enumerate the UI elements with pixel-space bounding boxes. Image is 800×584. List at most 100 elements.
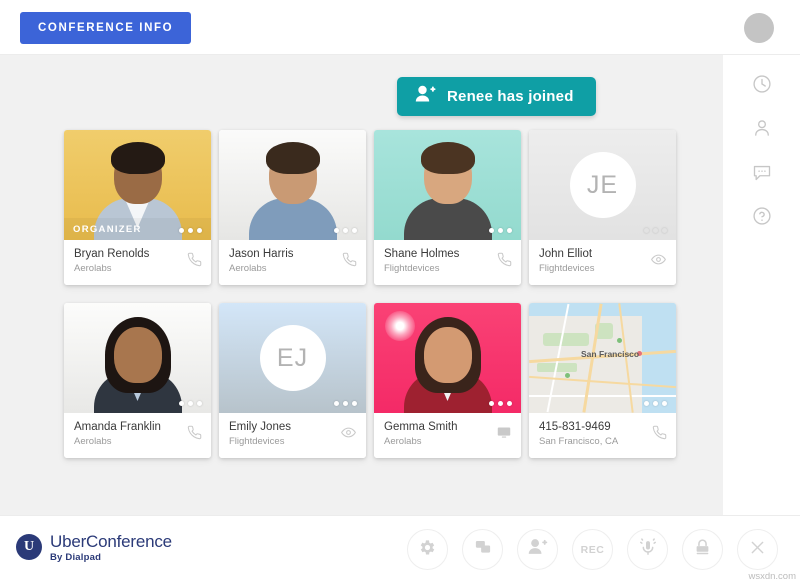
help-icon (752, 206, 772, 231)
participant-name: Emily Jones (229, 421, 291, 433)
participant-card[interactable]: Jason Harris Aerolabs (219, 130, 366, 285)
conference-info-button[interactable]: CONFERENCE INFO (20, 12, 192, 44)
card-menu-button[interactable] (644, 401, 667, 406)
participant-media[interactable] (219, 130, 366, 240)
participant-org: Aerolabs (74, 436, 112, 447)
participant-card[interactable]: Shane Holmes Flightdevices (374, 130, 521, 285)
participant-org: Aerolabs (74, 263, 112, 274)
add-participant-button[interactable] (517, 529, 558, 570)
participant-name: Bryan Renolds (74, 248, 150, 260)
top-bar: CONFERENCE INFO (0, 0, 800, 55)
participant-card[interactable]: ORGANIZER Bryan Renolds Aerolabs (64, 130, 211, 285)
participant-info: Shane Holmes Flightdevices (374, 240, 521, 285)
participant-org: Aerolabs (384, 436, 422, 447)
participant-name: Jason Harris (229, 248, 294, 260)
participant-card[interactable]: Amanda Franklin Aerolabs (64, 303, 211, 458)
rec-icon: REC (580, 543, 605, 556)
participant-card[interactable]: Gemma Smith Aerolabs (374, 303, 521, 458)
close-icon (748, 538, 767, 562)
right-sidebar (723, 55, 800, 515)
participant-info: Amanda Franklin Aerolabs (64, 413, 211, 458)
watermark: wsxdn.com (748, 571, 796, 582)
participant-card[interactable]: JE John Elliot Flightdevices (529, 130, 676, 285)
participant-name: Shane Holmes (384, 248, 460, 260)
speaking-indicator-icon (385, 311, 415, 341)
participant-card[interactable]: San Francisco 415-831-9469 San Francisco… (529, 303, 676, 458)
lock-conference-button[interactable] (682, 529, 723, 570)
join-notification-text: Renee has joined (447, 88, 574, 105)
phone-icon[interactable] (652, 425, 667, 440)
brand-logo: U UberConference By Dialpad (16, 532, 172, 563)
participant-photo (248, 140, 337, 240)
participant-media[interactable]: JE (529, 130, 676, 240)
screen-icon[interactable] (496, 425, 512, 440)
participant-info: Emily Jones Flightdevices (219, 413, 366, 458)
record-button[interactable]: REC (572, 529, 613, 570)
participant-media[interactable]: ORGANIZER (64, 130, 211, 240)
user-avatar-icon[interactable] (744, 13, 774, 43)
brand-subtitle: By Dialpad (50, 552, 102, 563)
join-notification[interactable]: Renee has joined (397, 77, 596, 116)
card-menu-button[interactable] (334, 401, 357, 406)
eye-icon[interactable] (340, 425, 357, 440)
gear-icon (418, 538, 437, 562)
mute-button[interactable] (627, 529, 668, 570)
chat-icon (752, 162, 772, 187)
participant-name: Amanda Franklin (74, 421, 161, 433)
bottom-bar: U UberConference By Dialpad REC wsxdn.co… (0, 515, 800, 584)
participant-info: Gemma Smith Aerolabs (374, 413, 521, 458)
participant-media[interactable]: San Francisco (529, 303, 676, 413)
phone-icon[interactable] (187, 425, 202, 440)
participant-photo (93, 313, 182, 413)
participant-media[interactable]: EJ (219, 303, 366, 413)
brand-name: UberConference (50, 532, 172, 551)
participant-card[interactable]: EJ Emily Jones Flightdevices (219, 303, 366, 458)
card-menu-button[interactable] (644, 228, 667, 233)
card-menu-button[interactable] (489, 401, 512, 406)
participant-initials: JE (569, 152, 636, 218)
participant-org: Flightdevices (229, 436, 285, 447)
participant-org: Flightdevices (539, 263, 595, 274)
map-thumbnail: San Francisco (529, 303, 676, 413)
participant-media[interactable] (374, 130, 521, 240)
card-menu-button[interactable] (334, 228, 357, 233)
share-screen-button[interactable] (462, 529, 503, 570)
eye-icon[interactable] (650, 252, 667, 267)
participant-info: John Elliot Flightdevices (529, 240, 676, 285)
participant-name: Gemma Smith (384, 421, 458, 433)
participant-info: 415-831-9469 San Francisco, CA (529, 413, 676, 458)
participant-media[interactable] (374, 303, 521, 413)
phone-icon[interactable] (187, 252, 202, 267)
settings-button[interactable] (407, 529, 448, 570)
participant-media[interactable] (64, 303, 211, 413)
screen-share-icon (473, 538, 493, 561)
card-menu-button[interactable] (179, 401, 202, 406)
sidebar-item-participants[interactable] (745, 113, 779, 147)
sidebar-item-help[interactable] (745, 201, 779, 235)
conference-info-label: CONFERENCE INFO (38, 22, 174, 34)
uberconference-logo-icon: U (16, 534, 42, 560)
add-person-icon (528, 538, 548, 561)
person-icon (752, 118, 772, 143)
card-menu-button[interactable] (489, 228, 512, 233)
participant-org: Flightdevices (384, 263, 440, 274)
participant-name: 415-831-9469 (539, 421, 611, 433)
participant-info: Bryan Renolds Aerolabs (64, 240, 211, 285)
map-city-label: San Francisco (581, 349, 640, 359)
participant-photo (403, 140, 492, 240)
participants-stage: Renee has joined ORGANIZER Bryan Renolds… (0, 55, 723, 515)
sidebar-item-chat[interactable] (745, 157, 779, 191)
participant-org: San Francisco, CA (539, 436, 619, 447)
participant-initials: EJ (259, 325, 326, 391)
end-call-button[interactable] (737, 529, 778, 570)
card-menu-button[interactable] (179, 228, 202, 233)
add-person-icon (415, 85, 436, 108)
participant-info: Jason Harris Aerolabs (219, 240, 366, 285)
phone-icon[interactable] (497, 252, 512, 267)
participant-name: John Elliot (539, 248, 593, 260)
call-toolbar: REC (407, 529, 778, 570)
participant-org: Aerolabs (229, 263, 267, 274)
uberconference-app: CONFERENCE INFO Renee has joined ORGANIZ… (0, 0, 800, 584)
sidebar-item-history[interactable] (745, 69, 779, 103)
phone-icon[interactable] (342, 252, 357, 267)
